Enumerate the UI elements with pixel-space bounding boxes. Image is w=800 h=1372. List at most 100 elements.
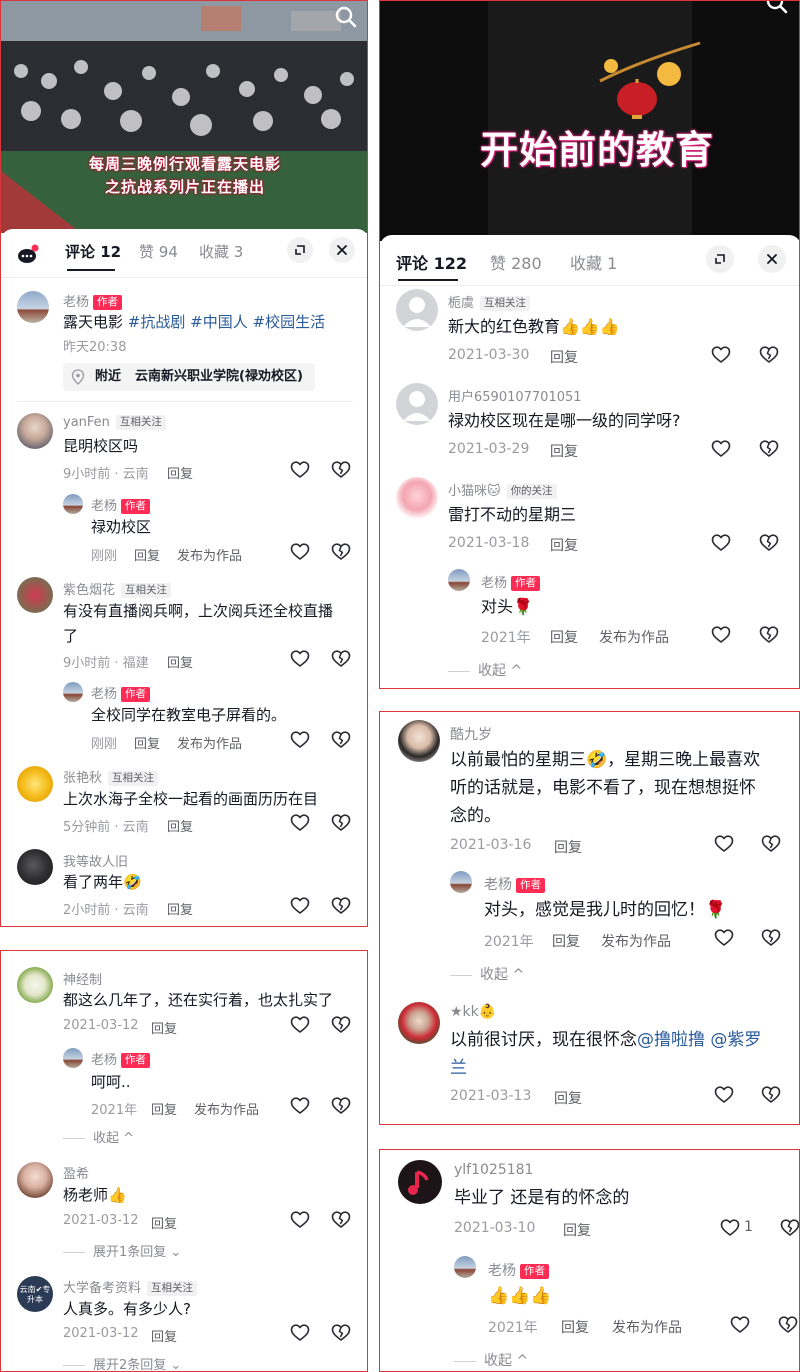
- close-button[interactable]: [758, 245, 786, 273]
- like-icon[interactable]: [711, 533, 731, 553]
- expand-replies[interactable]: 展开1条回复 ⌄: [63, 1241, 181, 1260]
- avatar[interactable]: 云南✔专升本: [17, 1276, 53, 1312]
- reply-button[interactable]: 回复: [550, 627, 578, 647]
- publish-button[interactable]: 发布为作品: [177, 733, 242, 752]
- comment-author[interactable]: 酷九岁: [450, 724, 492, 744]
- publish-button[interactable]: 发布为作品: [612, 1317, 682, 1337]
- dislike-icon[interactable]: [331, 730, 351, 750]
- reply-author[interactable]: 老杨 作者: [481, 572, 541, 591]
- like-icon[interactable]: [711, 625, 731, 645]
- search-icon[interactable]: [765, 1, 789, 15]
- tab-likes[interactable]: 赞 94: [139, 241, 178, 262]
- collapse-replies[interactable]: 收起 ^: [448, 660, 522, 680]
- reply-button[interactable]: 回复: [167, 899, 193, 918]
- avatar[interactable]: [63, 682, 83, 702]
- dislike-icon[interactable]: [331, 1015, 351, 1035]
- video-preview[interactable]: 开始前的教育: [380, 1, 799, 241]
- reply-button[interactable]: 回复: [167, 463, 193, 482]
- dislike-icon[interactable]: [778, 1315, 798, 1335]
- reply-author[interactable]: 老杨 作者: [484, 874, 545, 894]
- like-icon[interactable]: [290, 1210, 310, 1230]
- like-icon[interactable]: [290, 1015, 310, 1035]
- video-preview[interactable]: 每周三晚例行观看露天电影 之抗战系列片正在播出: [1, 1, 367, 233]
- comment-author[interactable]: 大学备考资料 互相关注: [63, 1277, 198, 1296]
- like-icon[interactable]: [290, 813, 310, 833]
- like-icon[interactable]: [730, 1315, 750, 1335]
- dislike-icon[interactable]: [759, 533, 779, 553]
- avatar[interactable]: [63, 1048, 83, 1068]
- collapse-replies[interactable]: 收起 ^: [454, 1350, 528, 1370]
- reply-button[interactable]: 回复: [167, 816, 193, 835]
- collapse-replies[interactable]: 收起 ^: [450, 964, 524, 984]
- avatar[interactable]: [454, 1256, 476, 1278]
- tab-likes[interactable]: 赞 280: [490, 250, 542, 274]
- comment-author[interactable]: 小猫咪🐱 你的关注: [448, 480, 557, 499]
- dislike-icon[interactable]: [780, 1218, 799, 1238]
- reply-button[interactable]: 回复: [554, 1088, 582, 1108]
- like-icon[interactable]: [290, 896, 310, 916]
- avatar[interactable]: [17, 967, 53, 1003]
- like-icon[interactable]: [290, 649, 310, 669]
- hashtag[interactable]: #中国人: [190, 313, 248, 331]
- like-icon[interactable]: [711, 439, 731, 459]
- comment-author[interactable]: 栀虞 互相关注: [448, 292, 531, 311]
- reply-button[interactable]: 回复: [563, 1220, 591, 1240]
- search-icon[interactable]: [334, 5, 358, 29]
- comment-author[interactable]: 紫色烟花 互相关注: [63, 579, 172, 598]
- mention-link[interactable]: @撸啦撸: [637, 1030, 705, 1050]
- like-icon[interactable]: [711, 345, 731, 365]
- dislike-icon[interactable]: [761, 834, 781, 854]
- reply-button[interactable]: 回复: [151, 1326, 177, 1345]
- dislike-icon[interactable]: [331, 649, 351, 669]
- reply-button[interactable]: 回复: [167, 652, 193, 671]
- comment-author[interactable]: 用户6590107701051: [448, 386, 582, 405]
- reply-button[interactable]: 回复: [151, 1099, 177, 1118]
- dislike-icon[interactable]: [761, 928, 781, 948]
- publish-button[interactable]: 发布为作品: [601, 931, 671, 951]
- close-button[interactable]: [329, 237, 355, 263]
- dislike-icon[interactable]: [331, 1096, 351, 1116]
- like-icon[interactable]: [290, 542, 310, 562]
- reply-button[interactable]: 回复: [550, 535, 578, 555]
- mention-link[interactable]: @紫罗: [710, 1030, 761, 1050]
- reply-button[interactable]: 回复: [550, 347, 578, 367]
- reply-button[interactable]: 回复: [134, 545, 160, 564]
- avatar[interactable]: [17, 849, 53, 885]
- reply-button[interactable]: 回复: [151, 1213, 177, 1232]
- expand-button[interactable]: [706, 245, 734, 273]
- avatar[interactable]: [450, 871, 472, 893]
- publish-button[interactable]: 发布为作品: [599, 627, 669, 647]
- chat-icon[interactable]: [17, 244, 39, 266]
- reply-button[interactable]: 回复: [151, 1018, 177, 1037]
- like-icon[interactable]: [290, 1323, 310, 1343]
- hashtag[interactable]: #抗战剧: [128, 313, 186, 331]
- tab-favorites[interactable]: 收藏 1: [570, 250, 617, 274]
- comment-author[interactable]: yanFen 互相关注: [63, 415, 166, 430]
- dislike-icon[interactable]: [761, 1085, 781, 1105]
- expand-replies[interactable]: 展开2条回复 ⌄: [63, 1354, 181, 1371]
- collapse-replies[interactable]: 收起 ^: [63, 1127, 134, 1146]
- like-icon[interactable]: [720, 1218, 740, 1238]
- dislike-icon[interactable]: [331, 1210, 351, 1230]
- dislike-icon[interactable]: [331, 813, 351, 833]
- comment-author[interactable]: ylf1025181: [454, 1162, 533, 1178]
- like-icon[interactable]: [290, 460, 310, 480]
- avatar[interactable]: [396, 383, 438, 425]
- comment-author[interactable]: 盈希: [63, 1163, 89, 1182]
- tab-favorites[interactable]: 收藏 3: [199, 241, 243, 262]
- location-chip[interactable]: 附近 云南新兴职业学院(禄劝校区): [63, 363, 315, 391]
- avatar[interactable]: [398, 1002, 440, 1044]
- reply-author[interactable]: 老杨 作者: [488, 1260, 549, 1280]
- publish-button[interactable]: 发布为作品: [194, 1099, 259, 1118]
- reply-author[interactable]: 老杨 作者: [91, 495, 151, 514]
- reply-button[interactable]: 回复: [552, 931, 580, 951]
- reply-author[interactable]: 老杨 作者: [91, 1049, 151, 1068]
- dislike-icon[interactable]: [331, 896, 351, 916]
- comment-author[interactable]: ★kk👶: [450, 1004, 496, 1020]
- publish-button[interactable]: 发布为作品: [177, 545, 242, 564]
- avatar[interactable]: [17, 291, 49, 323]
- dislike-icon[interactable]: [331, 460, 351, 480]
- reply-button[interactable]: 回复: [134, 733, 160, 752]
- avatar[interactable]: [17, 766, 53, 802]
- comment-author[interactable]: 张艳秋 互相关注: [63, 767, 159, 786]
